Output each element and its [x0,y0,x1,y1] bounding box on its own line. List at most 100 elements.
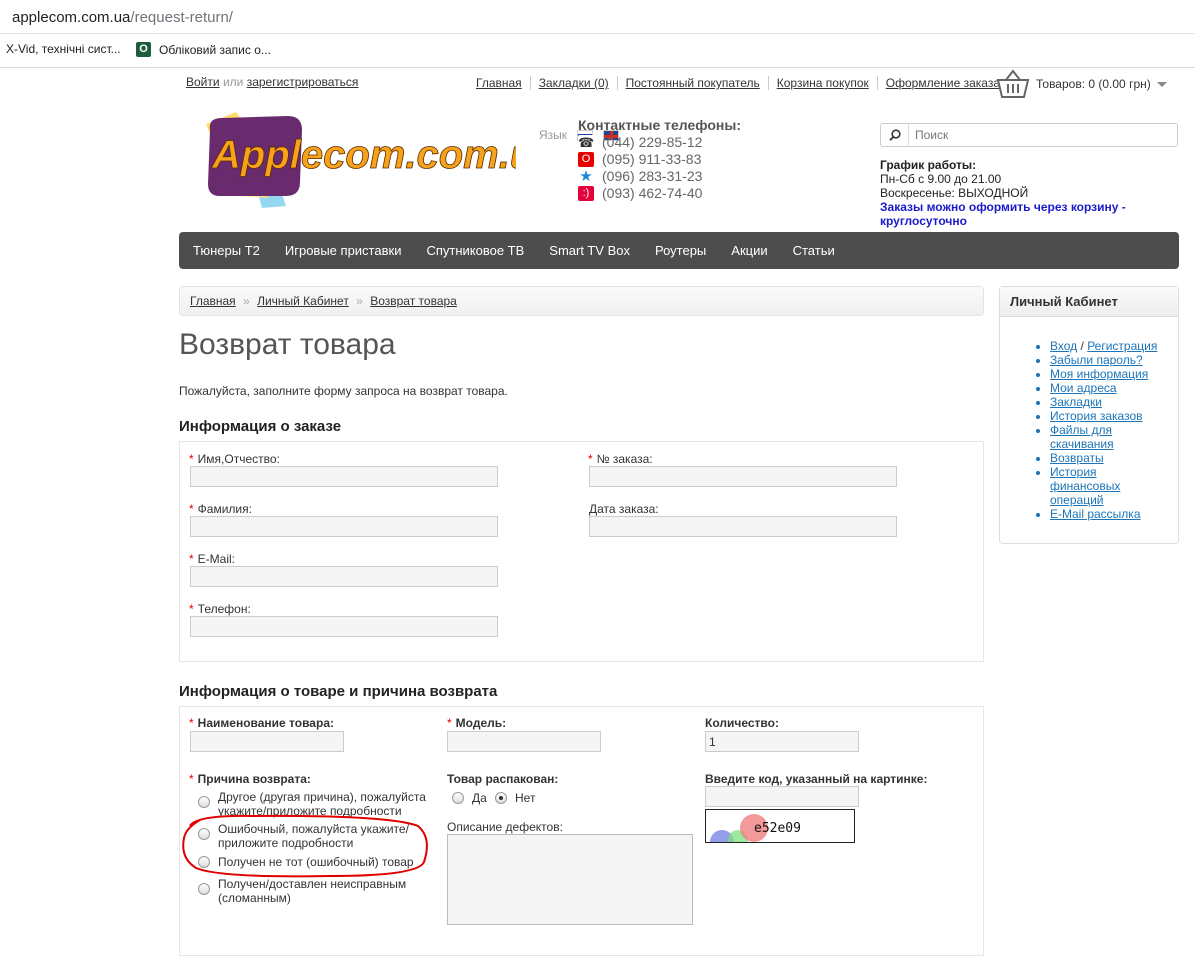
site-logo[interactable]: Applecom.com.ua [196,106,516,210]
label-text: Телефон: [197,602,251,616]
sidebar-item-newsletter[interactable]: E-Mail рассылка [1050,507,1170,521]
opened-no[interactable]: Нет [495,791,535,805]
required-mark: * [189,452,194,466]
sidebar-item-order-history[interactable]: История заказов [1050,409,1170,423]
login-link[interactable]: Войти [186,75,220,89]
vodafone-icon: O [578,151,594,167]
chevron-down-icon[interactable] [1156,81,1167,87]
radio-label: Ошибочный, пожалуйста укажите/ приложите… [218,822,409,850]
product-name-label: * Наименование товара: [189,716,334,730]
radio-label: Да [472,791,487,805]
radio-button[interactable] [198,883,210,895]
breadcrumb-home[interactable]: Главная [190,294,236,308]
breadcrumb-account[interactable]: Личный Кабинет [257,294,349,308]
menu-item-consoles[interactable]: Игровые приставки [285,243,402,258]
opened-yes[interactable]: Да [452,791,487,805]
phone-kyivstar-landline: ☎ (044) 229-85-12 [578,134,702,150]
cart-summary: Товаров: 0 (0.00 грн) [1036,77,1151,91]
radio-label: Нет [515,791,536,805]
sidebar-link[interactable]: Моя информация [1050,367,1148,381]
account-links: Войти или зарегистрироваться [186,75,358,89]
top-nav-bookmarks[interactable]: Закладки (0) [539,76,609,90]
label-text: Имя,Отчество: [197,452,280,466]
breadcrumb-separator: » [356,294,363,308]
bookmark-label: X-Vid, технічні сист... [6,42,121,56]
search-button[interactable] [881,124,909,146]
firstname-field[interactable] [190,466,498,487]
sidebar-link[interactable]: Возвраты [1050,451,1104,465]
top-nav-loyal-customer[interactable]: Постоянный покупатель [626,76,760,90]
sidebar-item-my-info[interactable]: Моя информация [1050,367,1170,381]
bookmark-account[interactable]: O Обліковий запис о... [136,42,271,57]
schedule-title: График работы: [880,158,977,172]
order-id-field[interactable] [589,466,897,487]
reason-option-faulty[interactable]: Ошибочный, пожалуйста укажите/ приложите… [198,822,428,850]
required-mark: * [447,716,452,730]
sidebar-item-forgot-password[interactable]: Забыли пароль? [1050,353,1170,367]
sidebar-link[interactable]: История заказов [1050,409,1143,423]
phone-number: (044) 229-85-12 [602,134,703,150]
top-nav-checkout[interactable]: Оформление заказа [886,76,1000,90]
firstname-label: * Имя,Отчество: [189,452,280,466]
sidebar-link[interactable]: История финансовых операций [1050,465,1120,507]
radio-button[interactable] [198,828,210,840]
url-text[interactable]: applecom.com.ua/request-return/ [12,9,233,26]
breadcrumb: Главная » Личный Кабинет » Возврат товар… [179,286,984,316]
sidebar-link[interactable]: Мои адреса [1050,381,1117,395]
quantity-field[interactable] [705,731,859,752]
model-field[interactable] [447,731,601,752]
sidebar-item-transactions[interactable]: История финансовых операций [1050,465,1170,507]
defects-textarea[interactable] [447,834,693,925]
phone-lifecell: :) (093) 462-74-40 [578,185,702,201]
product-name-field[interactable] [190,731,344,752]
url-path: /request-return/ [130,9,233,26]
label-text: Причина возврата: [197,772,311,786]
label-text: Модель: [455,716,507,730]
required-mark: * [189,772,194,786]
order-date-field[interactable] [589,516,897,537]
menu-item-satellite[interactable]: Спутниковое ТВ [426,243,524,258]
schedule-note: Заказы можно оформить через корзину - кр… [880,200,1126,228]
sidebar-link[interactable]: Файлы для скачивания [1050,423,1114,451]
search-input[interactable] [909,125,1169,145]
top-nav-home[interactable]: Главная [476,76,522,90]
bookmark-favicon-icon: O [136,42,151,57]
sidebar-login-link[interactable]: Вход [1050,339,1077,353]
radio-button-selected[interactable] [495,792,507,804]
sidebar-item-downloads[interactable]: Файлы для скачивания [1050,423,1170,451]
sidebar-link[interactable]: Закладки [1050,395,1102,409]
sidebar-link[interactable]: E-Mail рассылка [1050,507,1141,521]
menu-item-articles[interactable]: Статьи [793,243,835,258]
captcha-field[interactable] [705,786,859,807]
breadcrumb-return[interactable]: Возврат товара [370,294,457,308]
reason-option-wrong-item[interactable]: Получен не тот (ошибочный) товар [198,855,438,869]
label-text: Фамилия: [197,502,252,516]
reason-option-other[interactable]: Другое (другая причина), пожалуйста укаж… [198,790,438,818]
sidebar-item-bookmarks[interactable]: Закладки [1050,395,1170,409]
sidebar-item-returns[interactable]: Возвраты [1050,451,1170,465]
menu-item-routers[interactable]: Роутеры [655,243,706,258]
menu-item-smart-tv[interactable]: Smart TV Box [549,243,630,258]
sidebar-item-addresses[interactable]: Мои адреса [1050,381,1170,395]
register-link[interactable]: зарегистрироваться [247,75,359,89]
browser-address-bar[interactable]: applecom.com.ua/request-return/ [0,0,1195,34]
label-text: Наименование товара: [197,716,334,730]
menu-item-promotions[interactable]: Акции [731,243,767,258]
menu-item-tuners[interactable]: Тюнеры Т2 [193,243,260,258]
account-sidebar: Личный Кабинет Вход / Регистрация Забыли… [999,286,1179,544]
lastname-field[interactable] [190,516,498,537]
top-nav-cart[interactable]: Корзина покупок [777,76,869,90]
sidebar-register-link[interactable]: Регистрация [1087,339,1157,353]
phone-vodafone: O (095) 911-33-83 [578,151,701,167]
sidebar-link[interactable]: Забыли пароль? [1050,353,1143,367]
reason-option-broken[interactable]: Получен/доставлен неисправным (сломанным… [198,877,428,905]
phones-title: Контактные телефоны: [578,117,741,133]
cart-widget[interactable]: Товаров: 0 (0.00 грн) [996,68,1167,100]
email-field[interactable] [190,566,498,587]
radio-button[interactable] [198,796,210,808]
order-info-title: Информация о заказе [179,418,342,435]
radio-button[interactable] [198,856,210,868]
radio-button[interactable] [452,792,464,804]
phone-field[interactable] [190,616,498,637]
bookmark-xvid[interactable]: X-Vid, технічні сист... [6,42,121,56]
